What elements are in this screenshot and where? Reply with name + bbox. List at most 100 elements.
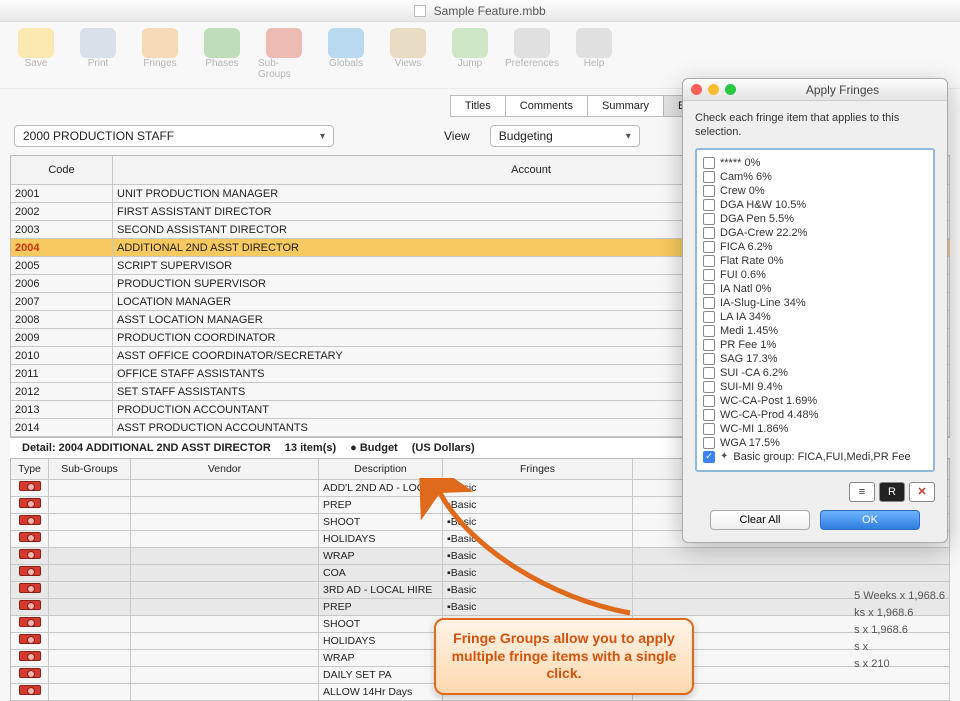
toolbar-print[interactable]: Print xyxy=(72,28,124,80)
fringe-item[interactable]: DGA H&W 10.5% xyxy=(701,198,929,212)
jump-icon xyxy=(452,28,488,58)
zoom-icon[interactable] xyxy=(725,84,736,95)
toolbar-fringes[interactable]: Fringes xyxy=(134,28,186,80)
category-dropdown[interactable]: 2000 PRODUCTION STAFF ▾ xyxy=(14,125,334,147)
detail-row[interactable]: WRAP▪Basic xyxy=(11,548,950,565)
toolbar-help[interactable]: Help xyxy=(568,28,620,80)
view-dropdown[interactable]: Budgeting ▾ xyxy=(490,125,640,147)
fringe-item[interactable]: WC-MI 1.86% xyxy=(701,422,929,436)
fringe-item[interactable]: Crew 0% xyxy=(701,184,929,198)
value-hint: ks x 1,968.6 xyxy=(854,605,945,622)
fringe-list[interactable]: ***** 0%Cam% 6%Crew 0%DGA H&W 10.5%DGA P… xyxy=(695,148,935,472)
toolbar-save[interactable]: Save xyxy=(10,28,62,80)
checkbox-icon[interactable] xyxy=(703,325,715,337)
fringe-label: Crew 0% xyxy=(720,185,765,197)
fringe-item[interactable]: ***** 0% xyxy=(701,156,929,170)
fringe-label: Medi 1.45% xyxy=(720,325,778,337)
fringe-item[interactable]: Cam% 6% xyxy=(701,170,929,184)
cell-vendor xyxy=(131,633,319,649)
minimize-icon[interactable] xyxy=(708,84,719,95)
col-vendor[interactable]: Vendor xyxy=(131,459,319,479)
checkbox-icon[interactable] xyxy=(703,213,715,225)
money-icon xyxy=(19,685,41,695)
checkbox-icon[interactable] xyxy=(703,395,715,407)
fringe-item[interactable]: SAG 17.3% xyxy=(701,352,929,366)
checkbox-icon[interactable] xyxy=(703,297,715,309)
checkbox-icon[interactable] xyxy=(703,437,715,449)
checkbox-icon[interactable] xyxy=(703,409,715,421)
tab-summary[interactable]: Summary xyxy=(587,95,663,117)
col-code[interactable]: Code xyxy=(11,156,113,184)
fringe-item[interactable]: IA Natl 0% xyxy=(701,282,929,296)
checkbox-icon[interactable] xyxy=(703,283,715,295)
checkbox-icon[interactable] xyxy=(703,157,715,169)
checkbox-icon[interactable] xyxy=(703,339,715,351)
toolbar-phases[interactable]: Phases xyxy=(196,28,248,80)
checkbox-icon[interactable] xyxy=(703,241,715,253)
clear-all-button[interactable]: Clear All xyxy=(710,510,810,530)
fringe-item[interactable]: DGA-Crew 22.2% xyxy=(701,226,929,240)
fringe-item[interactable]: WC-CA-Prod 4.48% xyxy=(701,408,929,422)
fringe-item[interactable]: DGA Pen 5.5% xyxy=(701,212,929,226)
fringe-item[interactable]: FICA 6.2% xyxy=(701,240,929,254)
detail-row[interactable]: 3RD AD - LOCAL HIRE▪Basic xyxy=(11,582,950,599)
toolbar-sub-groups[interactable]: Sub-Groups xyxy=(258,28,310,80)
cell-fringes: ▪Basic xyxy=(443,565,633,581)
checkbox-icon[interactable] xyxy=(703,423,715,435)
detail-row[interactable]: PREP▪Basic xyxy=(11,599,950,616)
cell-description: PREP xyxy=(319,599,443,615)
fringe-label: DGA-Crew 22.2% xyxy=(720,227,807,239)
list-delete-button[interactable]: ✕ xyxy=(909,482,935,502)
col-fringes[interactable]: Fringes xyxy=(443,459,633,479)
cell-subgroups xyxy=(49,684,131,700)
checkbox-icon[interactable] xyxy=(703,311,715,323)
col-description[interactable]: Description xyxy=(319,459,443,479)
checkbox-icon[interactable] xyxy=(703,185,715,197)
cell-description: WRAP xyxy=(319,650,443,666)
fringe-item[interactable]: Medi 1.45% xyxy=(701,324,929,338)
fringe-item[interactable]: PR Fee 1% xyxy=(701,338,929,352)
checkbox-icon[interactable] xyxy=(703,255,715,267)
toolbar-jump[interactable]: Jump xyxy=(444,28,496,80)
checkbox-icon[interactable] xyxy=(703,269,715,281)
toolbar-globals[interactable]: Globals xyxy=(320,28,372,80)
toolbar-views[interactable]: Views xyxy=(382,28,434,80)
cell-fringes: ▪Basic xyxy=(443,582,633,598)
fringe-item[interactable]: WGA 17.5% xyxy=(701,436,929,450)
money-icon xyxy=(19,532,41,542)
fringe-item[interactable]: ✓✦Basic group: FICA,FUI,Medi,PR Fee xyxy=(701,450,929,464)
toolbar-label: Phases xyxy=(205,58,238,69)
ok-button[interactable]: OK xyxy=(820,510,920,530)
checkbox-icon[interactable] xyxy=(703,353,715,365)
close-icon[interactable] xyxy=(691,84,702,95)
tab-comments[interactable]: Comments xyxy=(505,95,587,117)
cell-subgroups xyxy=(49,480,131,496)
checkbox-icon[interactable]: ✓ xyxy=(703,451,715,463)
detail-row[interactable]: COA▪Basic xyxy=(11,565,950,582)
fringe-label: FUI 0.6% xyxy=(720,269,766,281)
toolbar-preferences[interactable]: Preferences xyxy=(506,28,558,80)
cell-type xyxy=(11,514,49,530)
col-type[interactable]: Type xyxy=(11,459,49,479)
checkbox-icon[interactable] xyxy=(703,367,715,379)
money-icon xyxy=(19,566,41,576)
fringe-item[interactable]: FUI 0.6% xyxy=(701,268,929,282)
list-edit-button[interactable]: ≡ xyxy=(849,482,875,502)
fringe-label: WC-MI 1.86% xyxy=(720,423,788,435)
fringe-item[interactable]: SUI -CA 6.2% xyxy=(701,366,929,380)
fringe-label: WC-CA-Prod 4.48% xyxy=(720,409,818,421)
checkbox-icon[interactable] xyxy=(703,227,715,239)
list-rename-button[interactable]: R xyxy=(879,482,905,502)
fringe-item[interactable]: LA IA 34% xyxy=(701,310,929,324)
cell-description: ALLOW 14Hr Days xyxy=(319,684,443,700)
checkbox-icon[interactable] xyxy=(703,381,715,393)
checkbox-icon[interactable] xyxy=(703,199,715,211)
col-subgroups[interactable]: Sub-Groups xyxy=(49,459,131,479)
fringe-item[interactable]: WC-CA-Post 1.69% xyxy=(701,394,929,408)
fringe-item[interactable]: SUI-MI 9.4% xyxy=(701,380,929,394)
dialog-titlebar[interactable]: Apply Fringes xyxy=(683,79,947,101)
fringe-item[interactable]: Flat Rate 0% xyxy=(701,254,929,268)
tab-titles[interactable]: Titles xyxy=(450,95,505,117)
checkbox-icon[interactable] xyxy=(703,171,715,183)
fringe-item[interactable]: IA-Slug-Line 34% xyxy=(701,296,929,310)
